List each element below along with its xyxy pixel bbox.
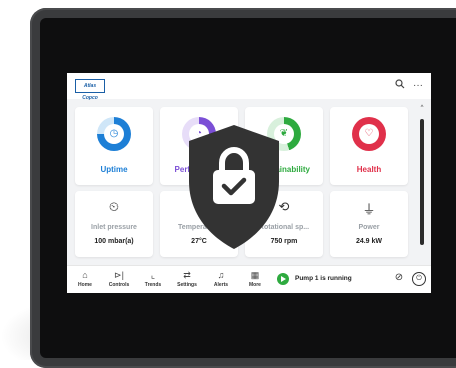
power-label: Power (358, 224, 380, 231)
nav-controls-label: Controls (108, 282, 130, 288)
health-ring: ♡ (352, 117, 386, 151)
uptime-ring: ◷ (97, 117, 131, 151)
nav-trends-label: Trends (144, 282, 162, 288)
bell-icon: ♫ (217, 270, 225, 280)
heart-icon: ♡ (359, 124, 379, 144)
pump-status-text: Pump 1 is running (295, 275, 352, 282)
brand-logo: Atlas Copco (75, 79, 105, 101)
nav-trends[interactable]: ⌞ Trends (138, 269, 168, 289)
nav-home[interactable]: ⌂ Home (70, 269, 100, 289)
card-uptime[interactable]: ◷ Uptime (75, 107, 153, 185)
nav-alerts[interactable]: ♫ Alerts (206, 269, 236, 289)
play-status-icon (277, 273, 289, 285)
controls-icon: ⊳| (114, 270, 124, 280)
nav-home-label: Home (78, 282, 92, 288)
search-icon[interactable] (393, 79, 407, 93)
nav-settings-label: Settings (177, 282, 197, 288)
more-icon[interactable]: ··· (411, 79, 425, 93)
bottom-nav: ⌂ Home ⊳| Controls ⌞ Trends ⇄ Settings ♫… (67, 265, 431, 293)
nav-more[interactable]: ▦ More (240, 269, 270, 289)
settings-icon: ⇄ (183, 270, 191, 280)
clock-icon: ◷ (104, 124, 124, 144)
plug-icon: ⏚ (362, 202, 376, 217)
nav-more-label: More (249, 282, 261, 288)
app-header: Atlas Copco ··· (67, 73, 431, 101)
card-inlet-pressure[interactable]: ⏲ Inlet pressure 100 mbar(a) (75, 191, 153, 257)
nav-settings[interactable]: ⇄ Settings (172, 269, 202, 289)
trends-icon: ⌞ (150, 270, 156, 280)
home-icon: ⌂ (82, 270, 88, 280)
card-health-label: Health (356, 165, 382, 174)
scrollbar[interactable]: ^ (419, 103, 425, 263)
card-power[interactable]: ⏚ Power 24.9 kW (330, 191, 408, 257)
visibility-off-icon[interactable]: ⊘ (392, 272, 406, 286)
lock-shield-icon (189, 125, 279, 249)
inlet-pressure-label: Inlet pressure (91, 224, 137, 231)
card-health[interactable]: ♡ Health (330, 107, 408, 185)
power-icon[interactable]: ⏻ (412, 272, 426, 286)
card-uptime-label: Uptime (100, 165, 128, 174)
scroll-up-icon[interactable]: ^ (419, 105, 425, 111)
inlet-pressure-value: 100 mbar(a) (94, 238, 134, 245)
nav-controls[interactable]: ⊳| Controls (104, 269, 134, 289)
gauge-icon: ⏲ (108, 199, 120, 214)
grid-icon: ▦ (250, 270, 260, 280)
nav-alerts-label: Alerts (213, 282, 229, 288)
power-value: 24.9 kW (355, 238, 383, 245)
scroll-thumb[interactable] (420, 119, 424, 245)
